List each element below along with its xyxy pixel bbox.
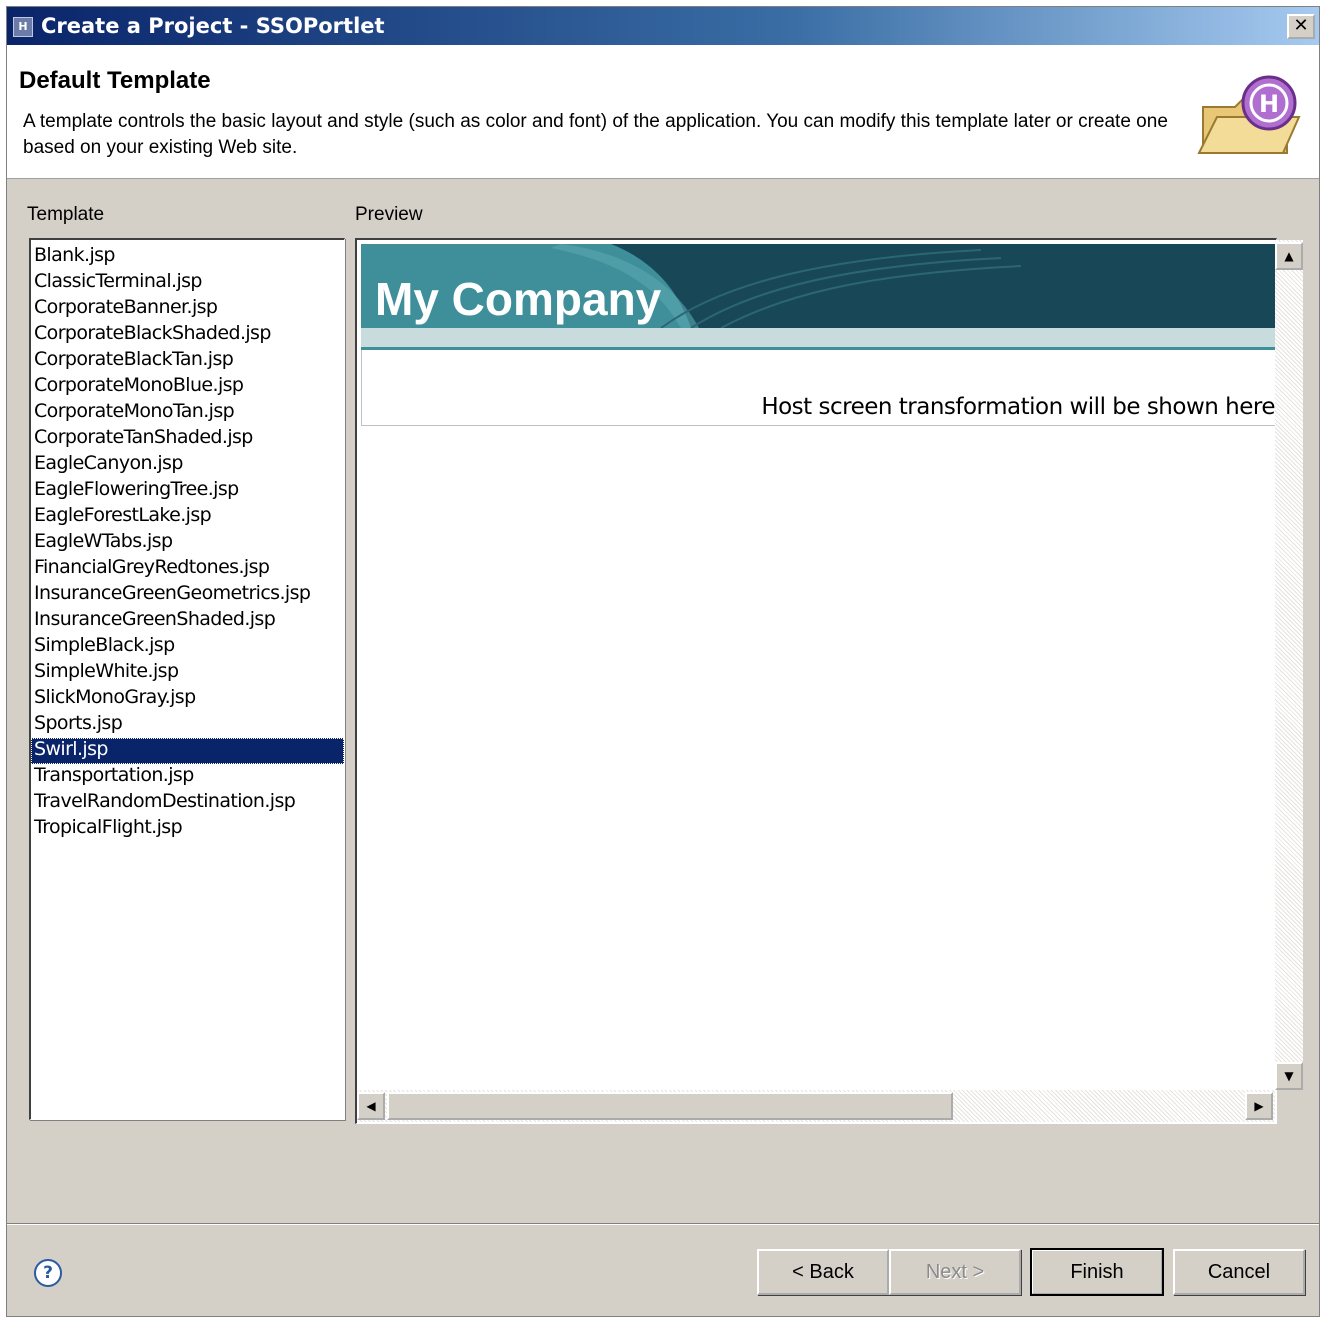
template-list-item[interactable]: EagleForestLake.jsp [31, 504, 344, 530]
title-bar[interactable]: H Create a Project - SSOPortlet ✕ [7, 7, 1319, 45]
template-list-item[interactable]: Swirl.jsp [31, 738, 344, 764]
preview-canvas: My Company Host screen transformation wi… [357, 240, 1275, 1090]
template-list-item[interactable]: CorporateTanShaded.jsp [31, 426, 344, 452]
template-list-item[interactable]: EagleCanyon.jsp [31, 452, 344, 478]
scroll-down-button[interactable]: ▼ [1275, 1062, 1303, 1090]
template-list-item[interactable]: Sports.jsp [31, 712, 344, 738]
template-list-item[interactable]: FinancialGreyRedtones.jsp [31, 556, 344, 582]
preview-company-name: My Company [375, 273, 662, 325]
scroll-right-button[interactable]: ▶ [1245, 1092, 1273, 1120]
preview-pane: My Company Host screen transformation wi… [355, 238, 1303, 1124]
template-list[interactable]: Blank.jsp ClassicTerminal.jsp CorporateBan… [29, 238, 345, 1120]
create-project-dialog: H Create a Project - SSOPortlet ✕ Defaul… [6, 6, 1320, 1317]
window-title: Create a Project - SSOPortlet [41, 14, 385, 38]
scroll-up-button[interactable]: ▲ [1275, 242, 1303, 270]
horizontal-scroll-thumb[interactable] [387, 1092, 953, 1120]
preview-label: Preview [355, 204, 423, 225]
page-description: A template controls the basic layout and… [23, 111, 1168, 158]
preview-strip [361, 328, 1275, 350]
template-list-item[interactable]: TropicalFlight.jsp [31, 816, 344, 842]
preview-content-box: Host screen transformation will be shown… [361, 350, 1275, 426]
template-label: Template [27, 204, 105, 225]
template-list-item[interactable]: Blank.jsp [31, 244, 344, 270]
back-button[interactable]: < Back [757, 1249, 889, 1295]
vertical-scrollbar[interactable]: ▲ ▼ [1275, 240, 1303, 1090]
template-list-item[interactable]: EagleFloweringTree.jsp [31, 478, 344, 504]
page-heading: Default Template [19, 67, 211, 94]
cancel-button[interactable]: Cancel [1173, 1249, 1305, 1295]
template-list-item[interactable]: CorporateBlackTan.jsp [31, 348, 344, 374]
wizard-banner: Default Template A template controls the… [7, 45, 1319, 179]
preview-header: My Company [361, 244, 1275, 328]
template-list-item[interactable]: CorporateBlackShaded.jsp [31, 322, 344, 348]
template-list-item[interactable]: ClassicTerminal.jsp [31, 270, 344, 296]
help-icon[interactable]: ? [34, 1259, 62, 1287]
template-list-item[interactable]: EagleWTabs.jsp [31, 530, 344, 556]
close-button[interactable]: ✕ [1287, 14, 1315, 39]
template-list-item[interactable]: TravelRandomDestination.jsp [31, 790, 344, 816]
scroll-left-button[interactable]: ◀ [357, 1092, 385, 1120]
next-button[interactable]: Next > [889, 1249, 1021, 1295]
preview-note: Host screen transformation will be shown… [761, 394, 1275, 420]
template-list-item[interactable]: SlickMonoGray.jsp [31, 686, 344, 712]
folder-h-logo-icon: H [1197, 75, 1301, 154]
finish-button[interactable]: Finish [1030, 1248, 1164, 1296]
footer-separator [7, 1223, 1319, 1225]
horizontal-scrollbar[interactable]: ◀ ▶ [357, 1090, 1275, 1122]
template-list-item[interactable]: SimpleWhite.jsp [31, 660, 344, 686]
logo-letter: H [1259, 90, 1279, 118]
template-list-item[interactable]: CorporateBanner.jsp [31, 296, 344, 322]
template-list-item[interactable]: SimpleBlack.jsp [31, 634, 344, 660]
template-list-item[interactable]: InsuranceGreenShaded.jsp [31, 608, 344, 634]
template-list-item[interactable]: InsuranceGreenGeometrics.jsp [31, 582, 344, 608]
template-list-item[interactable]: CorporateMonoBlue.jsp [31, 374, 344, 400]
template-list-item[interactable]: Transportation.jsp [31, 764, 344, 790]
h-app-icon: H [13, 17, 33, 37]
template-list-item[interactable]: CorporateMonoTan.jsp [31, 400, 344, 426]
